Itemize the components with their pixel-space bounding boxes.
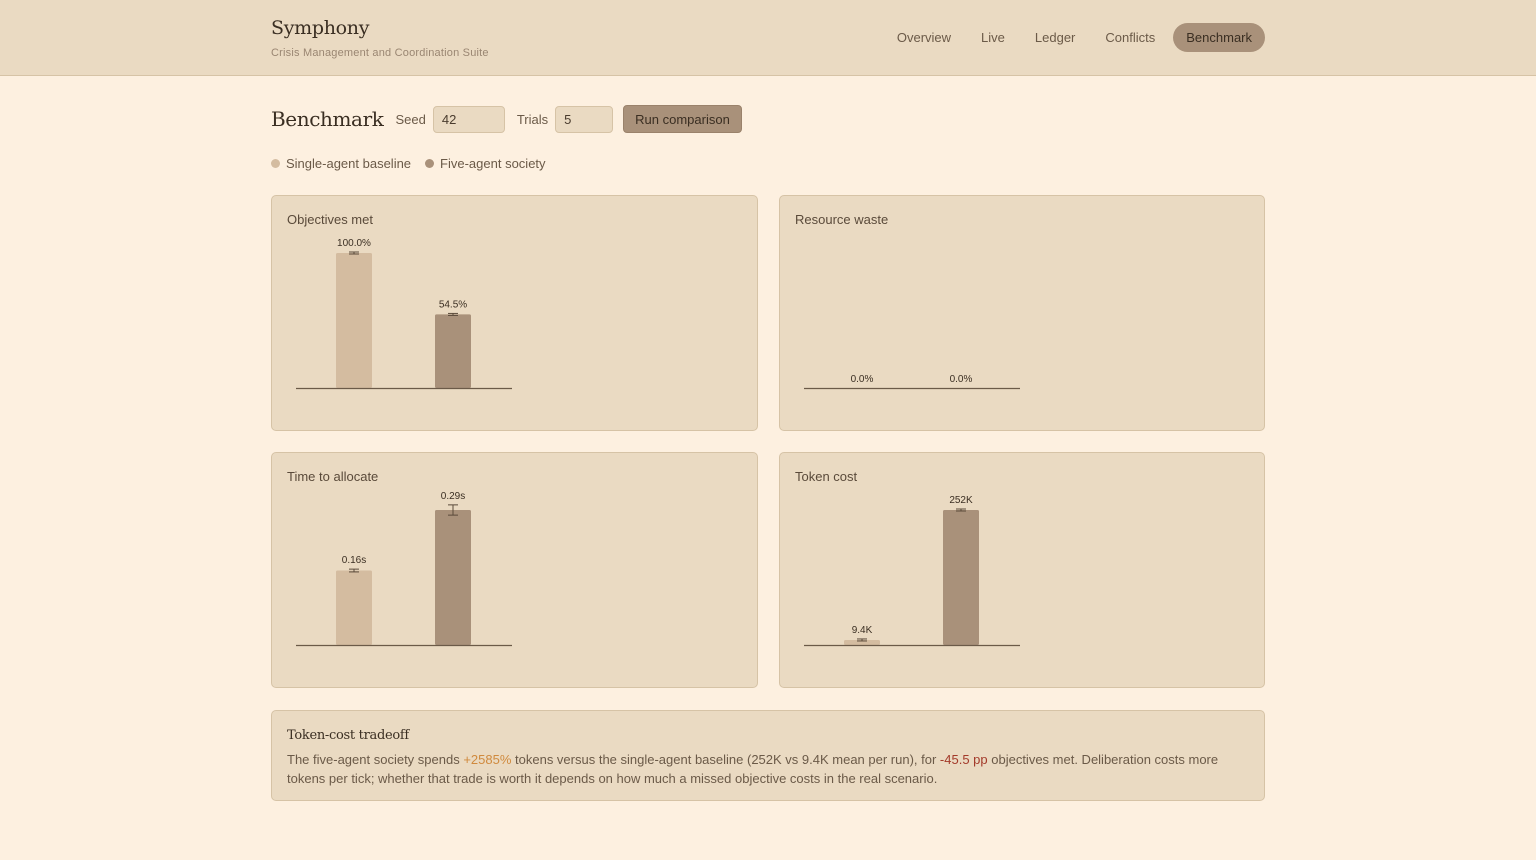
bar-society — [435, 510, 471, 645]
nav-overview[interactable]: Overview — [885, 23, 963, 52]
tradeoff-panel: Token-cost tradeoff The five-agent socie… — [271, 710, 1265, 801]
nav-conflicts[interactable]: Conflicts — [1093, 23, 1167, 52]
bar-society — [435, 314, 471, 388]
chart-objectives: 100.0% 54.5% — [296, 238, 512, 390]
chart-legend: Single-agent baseline Five-agent society — [271, 156, 560, 171]
nav-live[interactable]: Live — [969, 23, 1017, 52]
data-label: 54.5% — [439, 299, 467, 310]
main-nav: Overview Live Ledger Conflicts Benchmark — [885, 23, 1265, 52]
tradeoff-title: Token-cost tradeoff — [287, 728, 409, 743]
chart-card-objectives: Objectives met 100.0% 54.5% — [271, 195, 758, 431]
data-label: 0.29s — [441, 491, 465, 502]
chart-card-time-to-allocate: Time to allocate 0.16s 0.29s — [271, 452, 758, 688]
token-delta: +2585% — [463, 752, 512, 767]
tradeoff-text-part: tokens versus the single-agent baseline … — [511, 752, 940, 767]
data-label: 0.0% — [851, 374, 874, 385]
legend-label-society: Five-agent society — [440, 156, 546, 171]
bar-baseline — [336, 570, 372, 645]
chart-token-cost: 9.4K 252K — [804, 495, 1020, 647]
chart-card-token-cost: Token cost 9.4K 252K — [779, 452, 1265, 688]
legend-swatch-baseline — [271, 159, 280, 168]
app-title: Symphony — [271, 17, 370, 39]
seed-input[interactable] — [432, 105, 505, 133]
data-label: 9.4K — [852, 625, 873, 636]
tradeoff-text: The five-agent society spends +2585% tok… — [287, 750, 1247, 788]
data-label: 100.0% — [337, 238, 371, 249]
trials-input[interactable] — [555, 105, 614, 133]
chart-time-to-allocate: 0.16s 0.29s — [296, 491, 512, 647]
run-comparison-button[interactable]: Run comparison — [623, 105, 742, 133]
benchmark-toolbar: Benchmark Seed Trials Run comparison — [271, 104, 742, 134]
data-label: 0.16s — [342, 555, 366, 566]
nav-benchmark[interactable]: Benchmark — [1173, 23, 1265, 52]
page-title: Benchmark — [271, 107, 384, 131]
top-bar: Symphony Crisis Management and Coordinat… — [0, 0, 1536, 76]
data-label: 252K — [949, 495, 973, 506]
nav-ledger[interactable]: Ledger — [1023, 23, 1087, 52]
tradeoff-text-part: The five-agent society spends — [287, 752, 464, 767]
seed-label: Seed — [395, 111, 426, 127]
chart-resource-waste: 0.0% 0.0% — [804, 374, 1020, 390]
trials-label: Trials — [516, 111, 549, 127]
legend-label-baseline: Single-agent baseline — [286, 156, 412, 171]
bar-society — [943, 510, 979, 645]
bar-baseline — [336, 253, 372, 388]
data-label: 0.0% — [950, 374, 973, 385]
app-subtitle: Crisis Management and Coordination Suite — [271, 47, 489, 59]
objective-delta: -45.5 pp — [939, 752, 988, 767]
chart-card-resource-waste: Resource waste 0.0% 0.0% — [779, 195, 1265, 431]
legend-item-baseline: Single-agent baseline — [271, 156, 411, 171]
legend-swatch-society — [425, 159, 435, 168]
legend-item-society: Five-agent society — [425, 156, 546, 171]
